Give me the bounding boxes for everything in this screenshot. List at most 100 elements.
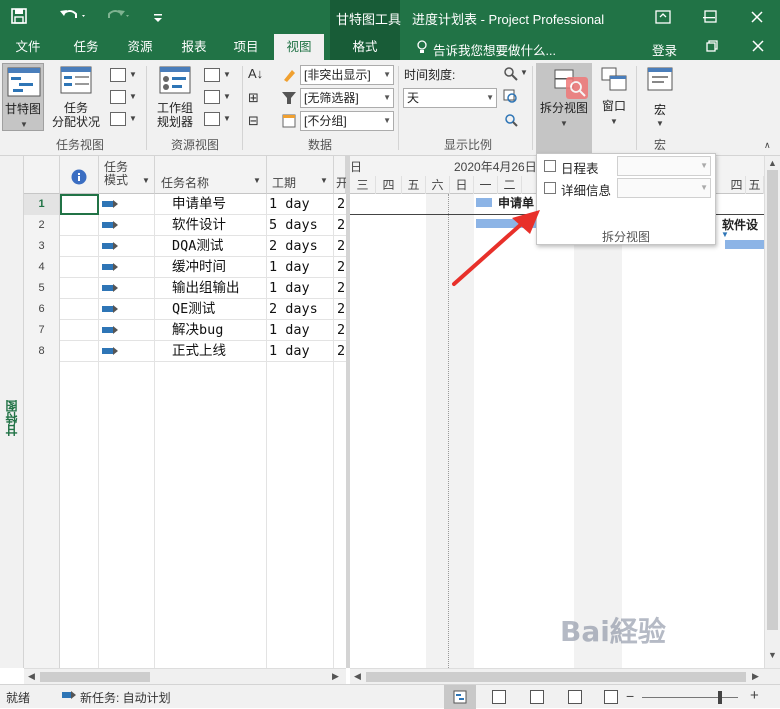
close-icon[interactable] [744, 4, 770, 30]
team-planner-button[interactable]: 工作组 规划器 [150, 63, 200, 131]
group-combo[interactable]: [不分组] ▼ [300, 111, 394, 131]
table-row[interactable]: 5 输出组输出 1 day 2 [24, 278, 346, 299]
scroll-thumb[interactable] [40, 672, 150, 682]
duration-cell[interactable]: 1 day [269, 320, 333, 341]
close-doc-icon[interactable] [750, 38, 766, 54]
outline-icon[interactable]: ⊞ [248, 90, 268, 106]
header-task-mode[interactable]: 任务 模式 ▼ [99, 156, 155, 194]
task-name-cell[interactable]: 申请单号 [172, 194, 266, 215]
tab-view[interactable]: 视图 [274, 34, 324, 60]
split-view-button[interactable]: 拆分视图 ▼ [536, 63, 592, 153]
collapse-ribbon-icon[interactable]: ∧ [764, 140, 771, 151]
ribbon-display-options-icon[interactable] [650, 4, 676, 30]
save-icon[interactable] [10, 7, 28, 25]
tab-resource[interactable]: 资源 [116, 34, 164, 60]
table-row[interactable]: 6 QE测试 2 days 2 [24, 299, 346, 320]
gantt-horizontal-scrollbar[interactable]: ◀ ▶ [350, 668, 780, 684]
undo-icon[interactable] [58, 6, 88, 26]
scroll-left-icon[interactable]: ◀ [28, 671, 35, 682]
start-cell[interactable]: 2 [337, 257, 346, 278]
details-view-combo[interactable]: ▼ [617, 178, 711, 198]
gantt-bar[interactable] [725, 240, 764, 249]
start-cell[interactable]: 2 [337, 215, 346, 236]
login-link[interactable]: 登录 [652, 40, 677, 59]
sort-icon[interactable]: A↓ [248, 66, 268, 82]
start-cell[interactable]: 2 [337, 236, 346, 257]
zoom-in-icon[interactable]: + [750, 687, 759, 704]
selected-tasks-icon[interactable] [503, 112, 519, 128]
timeline-checkbox[interactable] [544, 160, 556, 172]
scroll-thumb[interactable] [767, 170, 778, 630]
table-row[interactable]: 8 正式上线 1 day 2 [24, 341, 346, 362]
task-usage-shortcut-icon[interactable] [492, 690, 506, 704]
timeline-view-combo[interactable]: ▼ [617, 156, 711, 176]
duration-cell[interactable]: 2 days [269, 299, 333, 320]
network-diagram-icon[interactable] [110, 68, 126, 82]
tab-file[interactable]: 文件 [4, 34, 52, 60]
task-name-cell[interactable]: 输出组输出 [172, 278, 266, 299]
other-views-icon[interactable] [110, 112, 126, 126]
timescale-combo[interactable]: 天 ▼ [403, 88, 497, 108]
tables-icon[interactable]: ⊟ [248, 113, 268, 129]
filter-combo[interactable]: [无筛选器] ▼ [300, 88, 394, 108]
task-name-cell[interactable]: DQA测试 [172, 236, 266, 257]
task-name-cell[interactable]: 缓冲时间 [172, 257, 266, 278]
duration-cell[interactable]: 1 day [269, 278, 333, 299]
highlight-combo[interactable]: [非突出显示] ▼ [300, 65, 394, 85]
start-cell[interactable]: 2 [337, 278, 346, 299]
duration-cell[interactable]: 1 day [269, 194, 333, 215]
scroll-down-icon[interactable]: ▼ [768, 650, 777, 660]
start-cell[interactable]: 2 [337, 299, 346, 320]
start-cell[interactable]: 2 [337, 194, 346, 215]
header-task-name[interactable]: 任务名称 ▼ [155, 156, 267, 194]
resource-usage-icon[interactable] [204, 68, 220, 82]
duration-cell[interactable]: 1 day [269, 257, 333, 278]
maximize-icon[interactable] [698, 4, 724, 30]
table-row[interactable]: 7 解决bug 1 day 2 [24, 320, 346, 341]
other-resource-views-icon[interactable] [204, 112, 220, 126]
duration-cell[interactable]: 5 days [269, 215, 333, 236]
table-row[interactable]: 3 DQA测试 2 days 2 [24, 236, 346, 257]
zoom-slider-track[interactable] [642, 697, 738, 698]
restore-ribbon-icon[interactable] [704, 38, 720, 54]
grid-horizontal-scrollbar[interactable]: ◀ ▶ [24, 668, 346, 684]
task-name-cell[interactable]: QE测试 [172, 299, 266, 320]
tab-format[interactable]: 格式 [340, 34, 390, 60]
entire-project-icon[interactable] [503, 89, 519, 105]
header-duration[interactable]: 工期 ▼ [267, 156, 334, 194]
gantt-bar[interactable] [476, 198, 492, 207]
tab-task[interactable]: 任务 [62, 34, 110, 60]
gantt-view-shortcut-icon[interactable] [444, 685, 476, 709]
vertical-scrollbar[interactable]: ▲ ▼ [764, 156, 780, 668]
zoom-slider-thumb[interactable] [718, 691, 722, 704]
details-checkbox[interactable] [544, 182, 556, 194]
header-indicators[interactable] [60, 156, 99, 194]
task-name-cell[interactable]: 正式上线 [172, 341, 266, 362]
header-start[interactable]: 开 [334, 156, 348, 194]
resource-sheet-icon[interactable] [204, 90, 220, 104]
customize-qat-icon[interactable] [150, 6, 166, 26]
scroll-thumb[interactable] [366, 672, 746, 682]
report-shortcut-icon[interactable] [604, 690, 618, 704]
zoom-out-icon[interactable]: − [626, 688, 634, 704]
start-cell[interactable]: 2 [337, 320, 346, 341]
team-planner-shortcut-icon[interactable] [530, 690, 544, 704]
table-row[interactable]: 2 软件设计 5 days 2 [24, 215, 346, 236]
scroll-right-icon[interactable]: ▶ [332, 671, 339, 682]
start-cell[interactable]: 2 [337, 341, 346, 362]
zoom-icon[interactable] [503, 66, 519, 82]
duration-cell[interactable]: 1 day [269, 341, 333, 362]
window-button[interactable]: 窗口 ▼ [596, 63, 632, 131]
table-row[interactable]: 4 缓冲时间 1 day 2 [24, 257, 346, 278]
status-new-task[interactable]: 新任务: 自动计划 [80, 689, 171, 706]
table-row[interactable]: 1 申请单号 1 day 2 [24, 194, 346, 215]
duration-cell[interactable]: 2 days [269, 236, 333, 257]
task-name-cell[interactable]: 软件设计 [172, 215, 266, 236]
task-name-cell[interactable]: 解决bug [172, 320, 266, 341]
select-all-corner[interactable] [24, 156, 60, 194]
macros-button[interactable]: 宏 ▼ [642, 63, 678, 131]
tell-me-search[interactable]: 告诉我您想要做什么... [433, 40, 556, 59]
scroll-left-icon[interactable]: ◀ [354, 671, 361, 682]
tab-report[interactable]: 报表 [170, 34, 218, 60]
redo-icon[interactable] [102, 6, 132, 26]
